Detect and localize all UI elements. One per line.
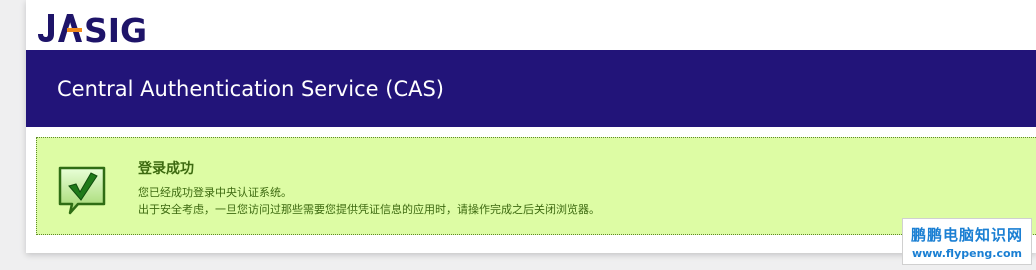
svg-text:SIG: SIG — [84, 11, 147, 46]
jasig-logo: SIG — [34, 6, 164, 46]
watermark-main: 鹏鹏电脑知识网 — [910, 225, 1023, 244]
watermark-url: www.flypeng.com — [911, 246, 1023, 260]
success-title: 登录成功 — [138, 161, 194, 177]
checkmark-speech-bubble-icon — [58, 166, 106, 215]
success-line-2: 出于安全考虑，一旦您访问过那些需要您提供凭证信息的应用时，请操作完成之后关闭浏览… — [138, 203, 600, 216]
page-title: Central Authentication Service (CAS) — [57, 76, 445, 101]
watermark: 鹏鹏电脑知识网 www.flypeng.com — [902, 218, 1032, 265]
header-banner: Central Authentication Service (CAS) — [26, 50, 1036, 127]
success-message-box: 登录成功 您已经成功登录中央认证系统。 出于安全考虑，一旦您访问过那些需要您提供… — [36, 137, 1036, 235]
success-line-1: 您已经成功登录中央认证系统。 — [138, 186, 292, 199]
jasig-logo-mark: SIG — [38, 11, 147, 46]
